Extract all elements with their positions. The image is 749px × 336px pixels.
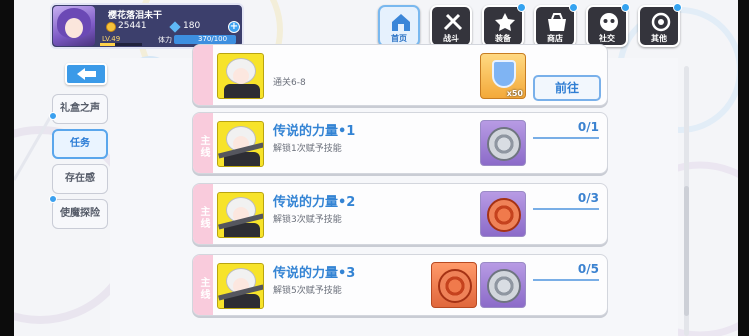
other-icon [651,12,671,32]
reward-item[interactable] [480,120,526,166]
shield-icon [492,60,516,88]
stamina-value: 370/100 [198,35,228,43]
nav-home-label: 首页 [391,34,407,43]
other-notification-dot [673,3,682,12]
add-currency-button[interactable]: + [228,21,240,33]
gem-icon [169,21,181,33]
social-icon [600,13,618,31]
nav-home-button[interactable]: 首页 [378,5,420,47]
nav-other-label: 其他 [651,34,667,43]
nav-other-button[interactable]: 其他 [638,3,682,47]
silver-disc-icon [487,269,521,303]
shop-notification-dot [569,3,578,12]
nav-shop-button[interactable]: 商店 [534,3,578,47]
coin-icon [106,22,116,32]
progress-underline [533,208,599,210]
quest-progress: 0/1 [577,120,599,134]
screen-edge-left [0,0,14,336]
scrollbar-thumb[interactable] [684,186,689,316]
quest-desc: 解锁5次赋予技能 [273,286,342,296]
screen-edge-right [738,0,749,336]
orange-disc-icon [487,198,521,232]
back-arrow-icon [77,68,96,80]
quest-card: 主线 传说的力量•1 解锁1次赋予技能 0/1 [192,112,608,174]
quest-card: 主线 传说的力量•3 解锁5次赋予技能 0/5 [192,254,608,316]
orange-disc-icon [438,269,472,303]
nav-social-label: 社交 [599,34,615,43]
stamina-label: 体力 [158,36,172,44]
gem-count: 180 [183,21,201,31]
quest-desc: 解锁1次赋予技能 [273,144,342,154]
quest-progress: 0/5 [577,262,599,276]
side-tab-presence[interactable]: 存在感 [52,164,108,194]
back-button[interactable] [65,63,107,85]
player-profile[interactable]: 樱花落泪未干 25441 180 + LV.49 体力 370/100 [50,3,244,49]
battle-icon [443,13,463,31]
quest-tag: 主线 [193,255,213,315]
quest-portrait [217,192,264,238]
quest-progress: 0/3 [577,191,599,205]
nav-equipment-label: 装备 [495,34,511,43]
player-level: LV.49 [102,35,121,43]
quest-portrait [217,121,264,167]
expedition-notification-dot [49,195,57,203]
progress-underline [533,279,599,281]
quest-title: 传说的力量•1 [273,124,356,139]
side-tab-gift-box[interactable]: 礼盒之声 [52,94,108,124]
quest-tag: 主线 [193,113,213,173]
shop-icon [548,13,566,31]
nav-social-button[interactable]: 社交 [586,3,630,47]
quest-card: 通关6-8 x50 前往 [192,44,608,106]
silver-disc-icon [487,127,521,161]
side-tab-familiar-expedition[interactable]: 使魔探险 [52,199,108,229]
reward-item[interactable]: x50 [480,53,526,99]
reward-qty: x50 [506,89,523,98]
quest-desc: 解锁3次赋予技能 [273,215,342,225]
equipment-icon [495,13,515,31]
reward-item[interactable] [431,262,477,308]
quest-portrait [217,263,264,309]
quest-portrait [217,53,264,99]
home-icon [392,14,410,31]
player-name: 樱花落泪未干 [108,11,163,21]
quest-tag: 主线 [193,184,213,244]
nav-battle-label: 战斗 [443,34,459,43]
gift-box-star-badge [49,112,57,120]
nav-battle-button[interactable]: 战斗 [430,5,472,47]
go-button[interactable]: 前往 [533,75,601,101]
nav-equipment-button[interactable]: 装备 [482,3,526,47]
level-progress-bar [100,43,142,46]
quest-title: 传说的力量•2 [273,195,356,210]
social-notification-dot [621,3,630,12]
quest-desc: 通关6-8 [273,78,306,88]
side-tab-tasks[interactable]: 任务 [52,129,108,159]
quest-tag [193,45,213,105]
avatar[interactable] [53,6,95,46]
coin-count: 25441 [118,21,147,31]
reward-item[interactable] [480,191,526,237]
nav-shop-label: 商店 [547,34,563,43]
progress-underline [533,137,599,139]
reward-item[interactable] [480,262,526,308]
quest-title: 传说的力量•3 [273,266,356,281]
equipment-notification-dot [517,3,526,12]
quest-card: 主线 传说的力量•2 解锁3次赋予技能 0/3 [192,183,608,245]
